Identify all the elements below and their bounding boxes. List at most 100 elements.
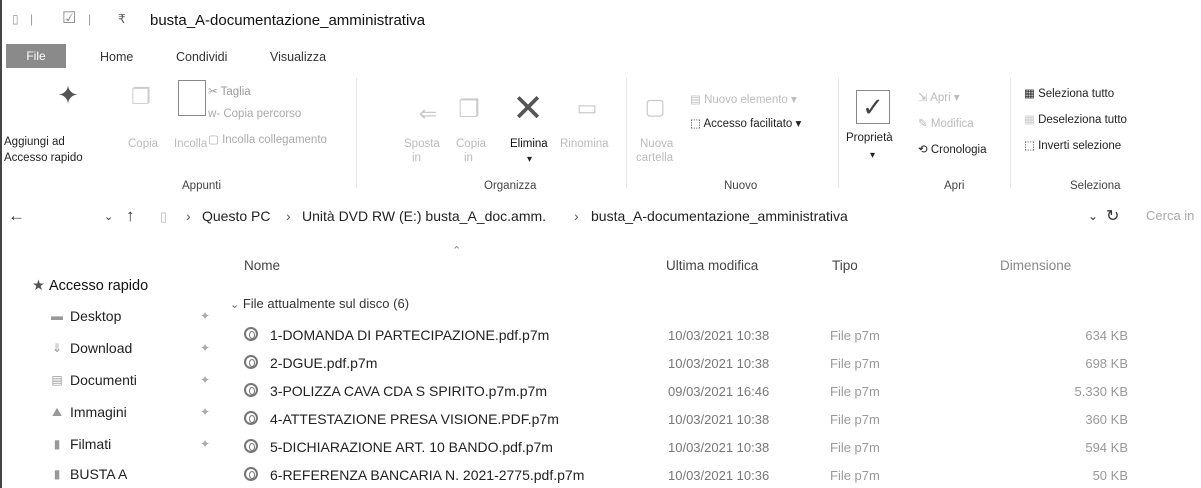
p7m-file-icon <box>244 327 258 341</box>
column-header-modified[interactable]: Ultima modifica <box>666 258 758 273</box>
copy-to-label-1[interactable]: Copia <box>456 138 486 150</box>
rename-icon[interactable]: ▭ <box>566 94 608 122</box>
breadcrumb-chevron-icon[interactable]: › <box>186 208 191 224</box>
breadcrumb-chevron-icon[interactable]: › <box>574 208 579 224</box>
file-name: 2-DGUE.pdf.p7m <box>270 355 378 371</box>
delete-dropdown-icon[interactable]: ▾ <box>527 154 532 165</box>
delete-icon[interactable]: ✕ <box>508 88 548 130</box>
tab-share[interactable]: Condividi <box>176 50 227 64</box>
system-menu-icon[interactable]: ▯ <box>12 12 19 26</box>
address-dropdown-icon[interactable]: ⌄ <box>1088 209 1098 223</box>
file-modified: 10/03/2021 10:38 <box>668 356 770 371</box>
history-button[interactable]: ⟲ Cronologia <box>918 142 986 156</box>
sidebar-item-label: Download <box>70 340 133 356</box>
search-input[interactable]: Cerca in <box>1146 208 1194 223</box>
sidebar-item-label: Filmati <box>70 436 112 452</box>
breadcrumb-this-pc[interactable]: Questo PC <box>202 208 270 224</box>
tab-file[interactable]: File <box>6 44 66 68</box>
pin-icon[interactable]: ✦ <box>50 78 86 112</box>
copy-to-icon[interactable]: ❐ <box>452 92 486 126</box>
new-folder-icon[interactable]: ▢ <box>640 92 670 122</box>
copy-to-label-2[interactable]: in <box>464 152 473 164</box>
chevron-down-icon: ⌄ <box>230 299 240 311</box>
up-arrow-icon[interactable]: ↑ <box>126 206 135 226</box>
table-row[interactable]: 4-ATTESTAZIONE PRESA VISIONE.PDF.p7m 10/… <box>240 408 1180 432</box>
paste-shortcut-button[interactable]: ▢ Incolla collegamento <box>208 132 327 146</box>
cut-button[interactable]: ✂ Taglia <box>208 84 251 98</box>
file-group-label: File attualmente sul disco (6) <box>242 296 410 311</box>
pin-quick-access-label-1[interactable]: Aggiungi ad <box>4 136 65 148</box>
open-button[interactable]: ⇲ Apri ▾ <box>918 90 960 104</box>
tab-view[interactable]: Visualizza <box>270 50 326 64</box>
p7m-file-icon <box>244 355 258 369</box>
videos-icon: ▮ <box>53 437 61 451</box>
pin-icon: ✦ <box>200 309 211 323</box>
sidebar-quick-access[interactable]: ★ Accesso rapido <box>32 278 148 294</box>
file-group-header[interactable]: ⌄ File attualmente sul disco (6) <box>230 296 409 311</box>
new-item-button[interactable]: ▤ Nuovo elemento ▾ <box>690 92 797 106</box>
back-arrow-icon[interactable]: ← <box>8 206 25 226</box>
sidebar-item-download[interactable]: ⇓ Download ✦ <box>50 340 210 356</box>
select-none-label: Deseleziona tutto <box>1038 114 1127 126</box>
paste-icon[interactable] <box>178 80 206 116</box>
sidebar-item-busta-a[interactable]: ▮ BUSTA A <box>50 466 128 482</box>
sidebar-item-desktop[interactable]: ▬ Desktop ✦ <box>50 308 210 324</box>
file-type: File p7m <box>830 328 880 343</box>
qat-dropdown-icon[interactable]: ₹ <box>118 12 126 26</box>
history-label: Cronologia <box>930 144 987 156</box>
properties-button[interactable]: Proprietà <box>846 132 893 144</box>
separator-icon: | <box>88 12 92 26</box>
documents-icon: ▤ <box>51 373 63 387</box>
cut-label: Taglia <box>220 86 251 98</box>
sidebar-item-documents[interactable]: ▤ Documenti ✦ <box>50 372 210 388</box>
column-header-type[interactable]: Tipo <box>832 258 858 273</box>
table-row[interactable]: 5-DICHIARAZIONE ART. 10 BANDO.pdf.p7m 10… <box>240 436 1180 460</box>
easy-access-button[interactable]: ⬚ Accesso facilitato ▾ <box>690 116 801 130</box>
properties-icon[interactable]: ✓ <box>856 90 890 124</box>
select-all-button[interactable]: ▦ Seleziona tutto <box>1024 86 1114 100</box>
breadcrumb-chevron-icon[interactable]: › <box>286 208 291 224</box>
file-type: File p7m <box>830 468 880 483</box>
move-to-label-2[interactable]: in <box>412 152 421 164</box>
properties-dropdown-icon[interactable]: ▾ <box>870 150 875 161</box>
paste-button[interactable]: Incolla <box>174 138 207 150</box>
properties-qat-icon[interactable]: ☑ <box>62 8 76 28</box>
breadcrumb-current-folder[interactable]: busta_A-documentazione_amministrativa <box>591 208 848 224</box>
open-label: Apri <box>930 92 951 104</box>
group-label-select: Seleziona <box>1070 180 1121 192</box>
quick-access-label: Accesso rapido <box>49 278 149 294</box>
recent-dropdown-icon[interactable]: ⌄ <box>104 210 113 223</box>
copy-button[interactable]: Copia <box>128 138 158 150</box>
sidebar-item-pictures[interactable]: ⛰ Immagini ✦ <box>50 404 210 420</box>
copy-icon[interactable]: ❐ <box>126 82 156 112</box>
new-folder-label-1[interactable]: Nuova <box>640 138 673 150</box>
sidebar-item-videos[interactable]: ▮ Filmati ✦ <box>50 436 210 452</box>
new-folder-label-2[interactable]: cartella <box>636 152 673 164</box>
rename-button[interactable]: Rinomina <box>560 138 609 150</box>
ribbon-separator <box>1010 78 1011 188</box>
delete-button[interactable]: Elimina <box>510 138 548 150</box>
breadcrumb-dvd-drive[interactable]: Unità DVD RW (E:) busta_A_doc.amm. <box>302 208 546 224</box>
group-label-clipboard: Appunti <box>182 180 222 192</box>
table-row[interactable]: 3-POLIZZA CAVA CDA S SPIRITO.p7m.p7m 09/… <box>240 380 1180 404</box>
invert-selection-button[interactable]: ⬚ Inverti selezione <box>1024 138 1121 152</box>
column-header-size[interactable]: Dimensione <box>1000 258 1071 273</box>
table-row[interactable]: 6-REFERENZA BANCARIA N. 2021-2775.pdf.p7… <box>240 464 1180 488</box>
copy-path-button[interactable]: w- Copia percorso <box>208 108 301 120</box>
table-row[interactable]: 1-DOMANDA DI PARTECIPAZIONE.pdf.p7m 10/0… <box>240 324 1180 348</box>
p7m-file-icon <box>244 467 258 481</box>
refresh-icon[interactable]: ↻ <box>1106 206 1119 226</box>
select-none-button[interactable]: ▦ Deseleziona tutto <box>1024 112 1127 126</box>
address-bar: ← ⌄ ↑ ▯ › Questo PC › Unità DVD RW (E:) … <box>0 198 1201 234</box>
file-name: 1-DOMANDA DI PARTECIPAZIONE.pdf.p7m <box>270 327 550 343</box>
sidebar-item-label: BUSTA A <box>70 466 128 482</box>
location-icon: ▯ <box>160 209 168 224</box>
edit-button[interactable]: ✎ Modifica <box>918 116 974 130</box>
tab-home[interactable]: Home <box>100 50 133 64</box>
pin-quick-access-label-2[interactable]: Accesso rapido <box>4 152 83 164</box>
table-row[interactable]: 2-DGUE.pdf.p7m 10/03/2021 10:38 File p7m… <box>240 352 1180 376</box>
file-type: File p7m <box>830 412 880 427</box>
move-to-icon[interactable]: ⇐ <box>414 100 442 128</box>
column-header-name[interactable]: Nome <box>244 258 280 273</box>
move-to-label-1[interactable]: Sposta <box>404 138 440 150</box>
